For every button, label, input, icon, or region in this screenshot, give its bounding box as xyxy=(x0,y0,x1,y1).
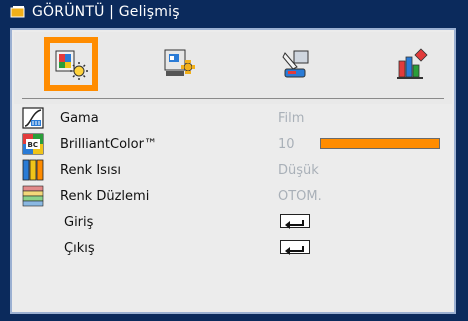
display-settings-icon xyxy=(164,49,195,76)
image-menu-icon xyxy=(10,6,25,18)
color-temperature-icon xyxy=(22,159,44,181)
enter-arrow-icon xyxy=(285,220,304,229)
menu-item-label: Giriş xyxy=(64,214,94,230)
slider-fill xyxy=(321,139,439,148)
menu-item-brilliantcolor[interactable]: BC BrilliantColor™ 10 xyxy=(12,131,454,157)
window-title: GÖRÜNTÜ | Gelişmiş xyxy=(32,4,180,20)
menu-item-label: Gama xyxy=(60,110,99,126)
menu-item-gamma[interactable]: Gama Film xyxy=(12,105,454,131)
enter-icon[interactable] xyxy=(280,214,310,229)
menu-item-label: BrilliantColor™ xyxy=(60,136,157,152)
enter-icon[interactable] xyxy=(280,240,310,255)
menu-item-value: 10 xyxy=(278,136,295,152)
menu-tabs xyxy=(14,32,452,104)
svg-text:BC: BC xyxy=(28,141,38,149)
setup-icon xyxy=(282,50,309,78)
divider xyxy=(22,98,444,99)
menu-item-input[interactable]: Giriş xyxy=(12,209,454,235)
image-settings-icon xyxy=(55,50,88,80)
menu-item-label: Renk Düzlemi xyxy=(60,188,150,204)
menu-item-value: Film xyxy=(278,110,305,126)
menu-item-label: Çıkış xyxy=(64,240,95,256)
color-space-icon xyxy=(22,185,44,207)
osd-window: GÖRÜNTÜ | Gelişmiş Gama Film BC Brillian… xyxy=(0,0,468,321)
menu-panel: Gama Film BC BrilliantColor™ 10 Renk Isı… xyxy=(10,28,456,314)
menu-item-value: OTOM. xyxy=(278,188,322,204)
tab-options[interactable] xyxy=(388,40,436,88)
enter-arrow-icon xyxy=(285,246,304,255)
menu-item-exit[interactable]: Çıkış xyxy=(12,235,454,261)
brilliantcolor-slider[interactable] xyxy=(320,138,440,149)
tab-display[interactable] xyxy=(154,40,202,88)
tab-image[interactable] xyxy=(44,37,98,91)
brilliantcolor-icon: BC xyxy=(22,133,44,155)
tab-setup[interactable] xyxy=(272,40,320,88)
gamma-icon xyxy=(22,107,44,129)
menu-item-color-space[interactable]: Renk Düzlemi OTOM. xyxy=(12,183,454,209)
menu-item-color-temperature[interactable]: Renk Isısı Düşük xyxy=(12,157,454,183)
menu-item-value: Düşük xyxy=(278,162,319,178)
title-bar: GÖRÜNTÜ | Gelişmiş xyxy=(10,0,458,24)
options-icon xyxy=(397,48,428,79)
menu-item-label: Renk Isısı xyxy=(60,162,121,178)
